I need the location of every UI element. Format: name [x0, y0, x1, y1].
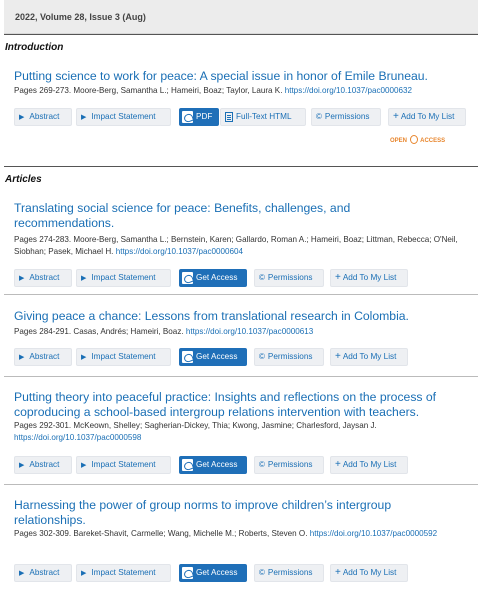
copyright-icon: © [259, 352, 265, 361]
article-title-link[interactable]: Giving peace a chance: Lessons from tran… [14, 309, 480, 324]
permissions-button[interactable]: © Permissions [254, 456, 324, 474]
document-icon [225, 112, 233, 122]
full-text-html-button[interactable]: Full-Text HTML [220, 108, 306, 126]
pdf-icon [182, 459, 193, 471]
article-pages-authors: Pages 292-301. McKeown, Shelley; Sagheri… [14, 421, 377, 430]
chevron-right-icon: ▶ [81, 570, 87, 577]
issue-label: 2022, Volume 28, Issue 3 (Aug) [15, 12, 146, 22]
abstract-button[interactable]: ▶ Abstract [14, 564, 72, 582]
article-meta: Pages 274-283. Moore-Berg, Samantha L.; … [14, 234, 480, 258]
article-actions: ▶ Abstract ▶ Impact Statement Get Access ©… [14, 564, 480, 582]
impact-statement-button[interactable]: ▶ Impact Statement [76, 456, 171, 474]
permissions-button[interactable]: © Permissions [254, 348, 324, 366]
add-to-list-button[interactable]: + Add To My List [330, 348, 408, 366]
impact-statement-button[interactable]: ▶ Impact Statement [76, 108, 171, 126]
get-access-button[interactable]: Get Access [179, 269, 247, 287]
section-title-introduction: Introduction [4, 34, 478, 53]
plus-icon: + [335, 272, 341, 283]
copyright-icon: © [259, 460, 265, 469]
abstract-button[interactable]: ▶ Abstract [14, 456, 72, 474]
plus-icon: + [393, 111, 399, 122]
doi-link[interactable]: https://doi.org/10.1037/pac0000604 [116, 247, 243, 256]
article-pages-authors: Pages 269-273. Moore-Berg, Samantha L.; … [14, 86, 283, 95]
pdf-button[interactable]: PDF [179, 108, 219, 126]
add-to-list-button[interactable]: + Add To My List [330, 564, 408, 582]
copyright-icon: © [316, 112, 322, 121]
article-actions: ▶ Abstract ▶ Impact Statement Get Access ©… [14, 348, 480, 366]
doi-link[interactable]: https://doi.org/10.1037/pac0000592 [310, 529, 437, 538]
copyright-icon: © [259, 273, 265, 282]
doi-link[interactable]: https://doi.org/10.1037/pac0000632 [285, 86, 412, 95]
article-meta: Pages 302-309. Bareket-Shavit, Carmelle;… [14, 528, 480, 540]
chevron-right-icon: ▶ [81, 462, 87, 469]
permissions-button[interactable]: © Permissions [254, 564, 324, 582]
get-access-button[interactable]: Get Access [179, 348, 247, 366]
article-actions: ▶ Abstract ▶ Impact Statement Get Access ©… [14, 456, 480, 474]
pdf-icon [182, 111, 193, 123]
abstract-button[interactable]: ▶ Abstract [14, 108, 72, 126]
section-title-articles: Articles [4, 166, 478, 185]
chevron-right-icon: ▶ [19, 275, 25, 282]
plus-icon: + [335, 567, 341, 578]
permissions-button[interactable]: © Permissions [311, 108, 381, 126]
impact-statement-button[interactable]: ▶ Impact Statement [76, 269, 171, 287]
article-title-link[interactable]: Translating social science for peace: Be… [14, 201, 414, 231]
add-to-list-button[interactable]: + Add To My List [330, 456, 408, 474]
plus-icon: + [335, 459, 341, 470]
chevron-right-icon: ▶ [19, 462, 25, 469]
impact-statement-button[interactable]: ▶ Impact Statement [76, 348, 171, 366]
open-access-lock-icon [409, 135, 418, 144]
issue-header: 2022, Volume 28, Issue 3 (Aug) [4, 0, 478, 34]
plus-icon: + [335, 351, 341, 362]
article-meta: Pages 292-301. McKeown, Shelley; Sagheri… [14, 420, 480, 444]
doi-link[interactable]: https://doi.org/10.1037/pac0000598 [14, 433, 141, 442]
get-access-button[interactable]: Get Access [179, 456, 247, 474]
article-item: Translating social science for peace: Be… [4, 187, 478, 295]
article-title-link[interactable]: Putting science to work for peace: A spe… [14, 69, 480, 84]
article-meta: Pages 269-273. Moore-Berg, Samantha L.; … [14, 85, 480, 97]
pdf-icon [182, 272, 193, 284]
article-item: Putting theory into peaceful practice: I… [4, 377, 478, 485]
chevron-right-icon: ▶ [81, 354, 87, 361]
article-title-link[interactable]: Harnessing the power of group norms to i… [14, 498, 454, 528]
article-item: Harnessing the power of group norms to i… [4, 485, 478, 593]
add-to-list-button[interactable]: + Add To My List [388, 108, 466, 126]
article-title-link[interactable]: Putting theory into peaceful practice: I… [14, 390, 480, 420]
article-meta: Pages 284-291. Casas, Andrés; Hameiri, B… [14, 326, 480, 338]
article-pages-authors: Pages 302-309. Bareket-Shavit, Carmelle;… [14, 529, 308, 538]
pdf-icon [182, 351, 193, 363]
permissions-button[interactable]: © Permissions [254, 269, 324, 287]
chevron-right-icon: ▶ [81, 114, 87, 121]
doi-link[interactable]: https://doi.org/10.1037/pac0000613 [186, 327, 313, 336]
article-actions: ▶ Abstract ▶ Impact Statement PDF Full-Tex… [14, 108, 480, 126]
chevron-right-icon: ▶ [19, 114, 25, 121]
chevron-right-icon: ▶ [19, 570, 25, 577]
impact-statement-button[interactable]: ▶ Impact Statement [76, 564, 171, 582]
article-item: Giving peace a chance: Lessons from tran… [4, 295, 478, 377]
abstract-button[interactable]: ▶ Abstract [14, 348, 72, 366]
add-to-list-button[interactable]: + Add To My List [330, 269, 408, 287]
open-access-badge: OPEN ACCESS [390, 135, 445, 145]
article-pages-authors: Pages 284-291. Casas, Andrés; Hameiri, B… [14, 327, 184, 336]
abstract-button[interactable]: ▶ Abstract [14, 269, 72, 287]
get-access-button[interactable]: Get Access [179, 564, 247, 582]
copyright-icon: © [259, 568, 265, 577]
article-actions: ▶ Abstract ▶ Impact Statement Get Access ©… [14, 269, 480, 287]
pdf-icon [182, 567, 193, 579]
chevron-right-icon: ▶ [19, 354, 25, 361]
chevron-right-icon: ▶ [81, 275, 87, 282]
